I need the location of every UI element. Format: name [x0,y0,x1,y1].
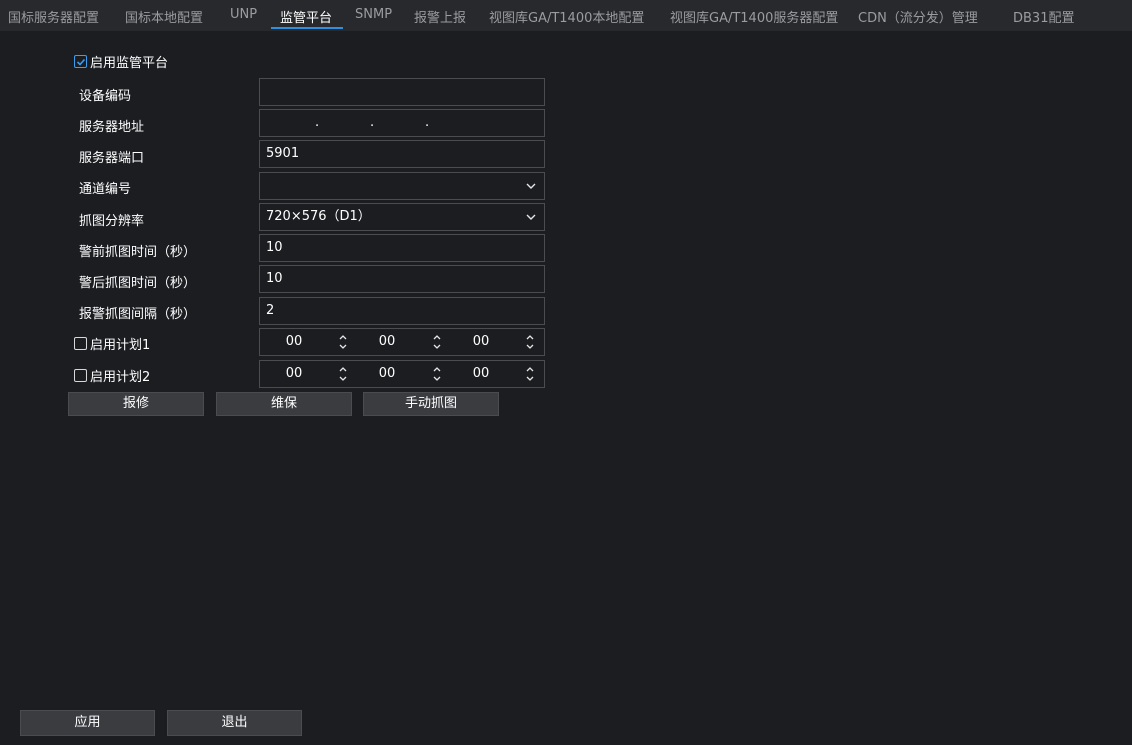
alarm-interval-label: 报警抓图间隔（秒） [79,307,197,322]
schedule2-hour[interactable]: 00 [279,361,309,387]
maintain-button[interactable]: 维保 [216,392,352,416]
tab-viewlib-server-config[interactable]: 视图库GA/T1400服务器配置 [670,7,838,26]
checkbox-unchecked-icon [74,369,87,382]
schedule1-second[interactable]: 00 [466,329,496,355]
post-alarm-time-input[interactable]: 10 [259,265,545,293]
enable-platform-checkbox[interactable]: 启用监管平台 [74,52,168,71]
active-tab-indicator [271,27,343,29]
pre-alarm-time-label: 警前抓图时间（秒） [79,245,197,260]
tab-viewlib-local-config[interactable]: 视图库GA/T1400本地配置 [489,7,644,26]
spin-updown-icon[interactable] [432,365,442,383]
exit-button[interactable]: 退出 [167,710,302,736]
schedule2-time-input[interactable]: 00 00 00 [259,360,545,388]
schedule1-hour[interactable]: 00 [279,329,309,355]
spin-updown-icon[interactable] [432,333,442,351]
device-code-input[interactable] [259,78,545,106]
pre-alarm-time-input[interactable]: 10 [259,234,545,262]
post-alarm-time-label: 警后抓图时间（秒） [79,276,197,291]
schedule1-checkbox[interactable]: 启用计划1 [74,334,150,353]
schedule1-minute[interactable]: 00 [372,329,402,355]
checkbox-checked-icon [74,55,87,68]
server-port-input[interactable]: 5901 [259,140,545,168]
schedule1-label: 启用计划1 [90,338,151,353]
ip-separator: . [370,115,375,130]
tab-gb-local-config[interactable]: 国标本地配置 [125,7,203,26]
ip-separator: . [425,115,430,130]
tab-bar: 国标服务器配置 国标本地配置 UNP 监管平台 SNMP 报警上报 视图库GA/… [0,0,1132,31]
spin-updown-icon[interactable] [338,333,348,351]
enable-platform-label: 启用监管平台 [90,56,169,71]
server-address-label: 服务器地址 [79,120,145,135]
schedule2-label: 启用计划2 [90,370,151,385]
spin-updown-icon[interactable] [525,333,535,351]
tab-cdn-management[interactable]: CDN（流分发）管理 [858,7,978,26]
schedule1-time-input[interactable]: 00 00 00 [259,328,545,356]
tab-alarm-report[interactable]: 报警上报 [414,7,466,26]
footer: 应用 退出 [0,700,1132,745]
spin-updown-icon[interactable] [338,365,348,383]
tab-db31-config[interactable]: DB31配置 [1013,7,1074,26]
tab-gb-server-config[interactable]: 国标服务器配置 [8,7,99,26]
spin-updown-icon[interactable] [525,365,535,383]
repair-button[interactable]: 报修 [68,392,204,416]
schedule2-minute[interactable]: 00 [372,361,402,387]
tab-supervision-platform[interactable]: 监管平台 [280,7,332,26]
tab-unp[interactable]: UNP [230,7,257,22]
chevron-down-icon [526,183,536,189]
schedule2-checkbox[interactable]: 启用计划2 [74,366,150,385]
server-address-input[interactable]: . . . [259,109,545,137]
snapshot-resolution-label: 抓图分辨率 [79,214,145,229]
server-port-label: 服务器端口 [79,151,145,166]
tab-snmp[interactable]: SNMP [355,7,392,22]
alarm-interval-input[interactable]: 2 [259,297,545,325]
checkbox-unchecked-icon [74,337,87,350]
device-code-label: 设备编码 [79,89,132,104]
schedule2-second[interactable]: 00 [466,361,496,387]
manual-snapshot-button[interactable]: 手动抓图 [363,392,499,416]
chevron-down-icon [526,214,536,220]
snapshot-resolution-value: 720×576（D1） [266,209,371,224]
ip-separator: . [315,115,320,130]
channel-no-label: 通道编号 [79,182,132,197]
apply-button[interactable]: 应用 [20,710,155,736]
snapshot-resolution-select[interactable]: 720×576（D1） [259,203,545,231]
channel-no-select[interactable] [259,172,545,200]
